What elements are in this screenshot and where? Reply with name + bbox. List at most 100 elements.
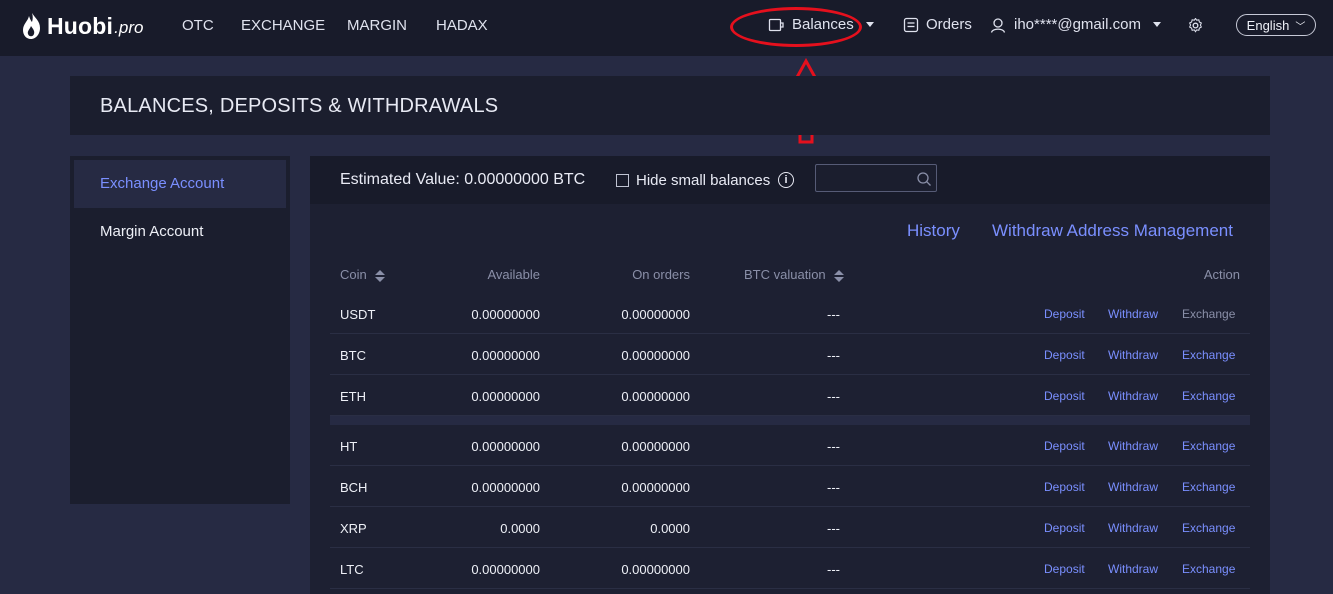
exchange-link[interactable]: Exchange <box>1182 480 1235 494</box>
chevron-down-icon <box>1152 22 1161 27</box>
search-icon[interactable] <box>916 171 932 187</box>
logo-text: Huobi <box>47 12 114 39</box>
available-value: 0.00000000 <box>471 480 540 495</box>
column-coin[interactable]: Coin <box>340 267 386 282</box>
btc-valuation-value: --- <box>827 562 840 577</box>
on-orders-value: 0.00000000 <box>621 480 690 495</box>
coin-name: LTC <box>340 562 364 577</box>
hide-small-balances-label[interactable]: Hide small balances <box>636 172 770 189</box>
withdraw-address-management-link[interactable]: Withdraw Address Management <box>992 221 1233 241</box>
column-coin-label: Coin <box>340 267 367 282</box>
chevron-down-icon: ﹀ <box>1295 21 1306 33</box>
coin-name: BTC <box>340 348 366 363</box>
top-navbar: Huobi .pro OTC EXCHANGE MARGIN HADAX Bal… <box>0 0 1333 56</box>
available-value: 0.00000000 <box>471 307 540 322</box>
nav-margin[interactable]: MARGIN <box>347 17 407 34</box>
exchange-link: Exchange <box>1182 307 1236 321</box>
column-action: Action <box>1203 267 1240 282</box>
deposit-link[interactable]: Deposit <box>1044 480 1085 494</box>
page-title-panel: BALANCES, DEPOSITS & WITHDRAWALS <box>70 76 1270 135</box>
sidebar-item-label: Margin Account <box>100 223 204 240</box>
table-row: BCH 0.00000000 0.00000000 --- Deposit Wi… <box>330 467 1250 507</box>
column-available: Available <box>487 267 540 282</box>
coin-name: USDT <box>340 307 376 322</box>
btc-valuation-value: --- <box>827 439 840 454</box>
available-value: 0.00000000 <box>471 348 540 363</box>
history-link[interactable]: History <box>907 221 960 241</box>
account-sidebar: Exchange Account Margin Account <box>70 156 290 504</box>
btc-valuation-value: --- <box>827 480 840 495</box>
user-menu[interactable]: iho****@gmail.com <box>990 16 1161 33</box>
info-icon[interactable]: i <box>778 172 794 188</box>
sort-icon[interactable] <box>375 269 386 282</box>
exchange-link[interactable]: Exchange <box>1182 348 1235 362</box>
language-select[interactable]: English ﹀ <box>1236 14 1316 36</box>
table-row: ETH 0.00000000 0.00000000 --- Deposit Wi… <box>330 376 1250 416</box>
sidebar-item-label: Exchange Account <box>100 175 225 192</box>
exchange-link[interactable]: Exchange <box>1182 439 1235 453</box>
nav-hadax[interactable]: HADAX <box>436 17 488 34</box>
withdraw-link[interactable]: Withdraw <box>1108 389 1158 403</box>
settings-button[interactable] <box>1188 18 1203 33</box>
nav-exchange[interactable]: EXCHANGE <box>241 17 325 34</box>
btc-valuation-value: --- <box>827 307 840 322</box>
withdraw-link[interactable]: Withdraw <box>1108 348 1158 362</box>
estimated-value: Estimated Value: 0.00000000 BTC <box>340 171 586 188</box>
table-row: USDT 0.00000000 0.00000000 --- Deposit W… <box>330 294 1250 334</box>
balances-panel: Estimated Value: 0.00000000 BTC Hide sma… <box>310 156 1270 594</box>
btc-valuation-value: --- <box>827 521 840 536</box>
hide-small-balances-checkbox[interactable] <box>616 174 629 187</box>
coin-search-input[interactable] <box>822 169 914 189</box>
column-btc-valuation-label: BTC valuation <box>744 267 826 282</box>
user-icon <box>990 17 1006 33</box>
exchange-link[interactable]: Exchange <box>1182 389 1235 403</box>
nav-otc[interactable]: OTC <box>182 17 214 34</box>
withdraw-link[interactable]: Withdraw <box>1108 521 1158 535</box>
page-title: BALANCES, DEPOSITS & WITHDRAWALS <box>100 95 499 117</box>
sidebar-item-margin-account[interactable]: Margin Account <box>74 208 286 256</box>
balances-label: Balances <box>792 16 854 33</box>
on-orders-value: 0.00000000 <box>621 389 690 404</box>
table-row: LTC 0.00000000 0.00000000 --- Deposit Wi… <box>330 549 1250 589</box>
on-orders-value: 0.0000 <box>650 521 690 536</box>
exchange-link[interactable]: Exchange <box>1182 562 1235 576</box>
column-btc-valuation[interactable]: BTC valuation <box>744 267 845 282</box>
sort-icon[interactable] <box>834 269 845 282</box>
coin-search-box[interactable] <box>815 164 937 192</box>
flame-icon <box>23 13 40 39</box>
btc-valuation-value: --- <box>827 389 840 404</box>
withdraw-link[interactable]: Withdraw <box>1108 562 1158 576</box>
deposit-link[interactable]: Deposit <box>1044 521 1085 535</box>
coin-name: XRP <box>340 521 367 536</box>
deposit-link[interactable]: Deposit <box>1044 348 1085 362</box>
deposit-link[interactable]: Deposit <box>1044 389 1085 403</box>
column-on-orders: On orders <box>632 267 690 282</box>
exchange-link[interactable]: Exchange <box>1182 521 1235 535</box>
on-orders-value: 0.00000000 <box>621 439 690 454</box>
language-label: English <box>1246 17 1290 33</box>
withdraw-link[interactable]: Withdraw <box>1108 307 1158 321</box>
withdraw-link[interactable]: Withdraw <box>1108 439 1158 453</box>
orders-menu[interactable]: Orders <box>903 16 972 33</box>
btc-valuation-value: --- <box>827 348 840 363</box>
on-orders-value: 0.00000000 <box>621 562 690 577</box>
available-value: 0.00000000 <box>471 562 540 577</box>
chevron-down-icon <box>865 22 874 27</box>
wallet-icon <box>768 18 784 31</box>
balances-menu[interactable]: Balances <box>768 16 874 33</box>
deposit-link[interactable]: Deposit <box>1044 439 1085 453</box>
estimated-value-bar: Estimated Value: 0.00000000 BTC Hide sma… <box>310 156 1270 204</box>
sidebar-item-exchange-account[interactable]: Exchange Account <box>74 160 286 208</box>
on-orders-value: 0.00000000 <box>621 307 690 322</box>
section-divider <box>330 416 1250 425</box>
available-value: 0.0000 <box>500 521 540 536</box>
huobi-logo[interactable]: Huobi .pro <box>22 10 143 42</box>
coin-name: BCH <box>340 480 368 495</box>
deposit-link[interactable]: Deposit <box>1044 562 1085 576</box>
withdraw-link[interactable]: Withdraw <box>1108 480 1158 494</box>
user-email: iho****@gmail.com <box>1014 16 1141 33</box>
deposit-link[interactable]: Deposit <box>1044 307 1085 321</box>
coin-name: HT <box>340 439 358 454</box>
coin-name: ETH <box>340 389 366 404</box>
table-row: XRP 0.0000 0.0000 --- Deposit Withdraw E… <box>330 508 1250 548</box>
